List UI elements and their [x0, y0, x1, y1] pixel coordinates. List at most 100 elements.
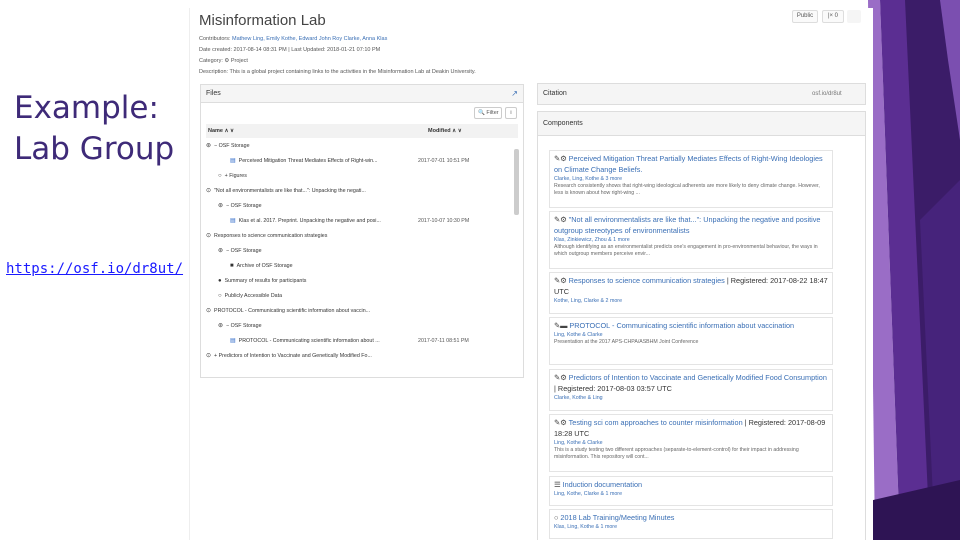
fork-button[interactable]: |× 0 [822, 10, 844, 23]
component-description: This is a study testing two different ap… [554, 447, 799, 460]
file-icon: ▤ [230, 218, 236, 224]
component-card[interactable]: ☰ Induction documentation Ling, Kothe, Cla… [549, 476, 833, 506]
file-name: Publicly Accessible Data [224, 293, 283, 299]
component-contributors[interactable]: Ling, Kothe, Clarke & 1 more [554, 490, 828, 498]
storage-icon: ⊛ [218, 323, 224, 329]
file-row[interactable]: ⊙ Responses to science communication stra… [206, 230, 327, 242]
file-row[interactable]: ○ Publicly Accessible Data [218, 290, 282, 302]
component-contributors[interactable]: Ling, Kothe & Clarke [554, 331, 828, 339]
component-type-icon: ✎▬ [554, 321, 568, 330]
component-card[interactable]: ✎⚙ Responses to science communication str… [549, 272, 833, 314]
component-registered: | Registered: 2017-08-03 03:57 UTC [554, 384, 672, 393]
file-name: Archive of OSF Storage [236, 263, 293, 269]
component-description: Research consistently shows that right-w… [554, 183, 820, 196]
column-modified[interactable]: Modified ∧ ∨ [428, 124, 462, 138]
files-column-header: Name ∧ ∨ Modified ∧ ∨ [206, 124, 518, 138]
component-type-icon: ☰ [554, 480, 561, 489]
file-name: − OSF Storage [214, 143, 250, 149]
component-card[interactable]: ○ 2018 Lab Training/Meeting Minutes Klas, … [549, 509, 833, 539]
component-contributors[interactable]: Ling, Kothe & Clarke [554, 439, 828, 447]
component-contributors[interactable]: Clarke, Kothe & Ling [554, 394, 828, 402]
contributors-label: Contributors: [199, 36, 231, 42]
component-card[interactable]: ✎⚙ "Not all environmentalists are like th… [549, 211, 833, 269]
files-tree: ⊛ − OSF Storage ▤ Perceived Mitigation Thre… [206, 140, 512, 376]
file-row[interactable]: ⊛ − OSF Storage [218, 320, 262, 332]
info-button[interactable]: i [505, 107, 517, 119]
file-icon: ▤ [230, 338, 236, 344]
citation-label: Citation [543, 90, 567, 97]
contributors-list[interactable]: Mathew Ling, Emily Kothe, Edward John Ro… [232, 36, 387, 42]
citation-header[interactable]: Citation osf.io/dr8ut [538, 84, 865, 104]
components-panel: Components ✎⚙ Perceived Mitigation Threat… [537, 111, 866, 540]
files-header: Files ↗ [201, 85, 523, 103]
folder-icon: ⊙ [206, 353, 212, 359]
title-line-1: Example: [14, 90, 159, 126]
component-card[interactable]: ✎▬ PROTOCOL - Communicating scientific in… [549, 317, 833, 365]
component-contributors[interactable]: Klas, Ling, Kothe & 1 more [554, 523, 828, 531]
external-link-icon[interactable]: ↗ [511, 85, 518, 103]
menu-button[interactable] [847, 10, 861, 23]
component-contributors[interactable]: Klas, Zinkiewicz, Zhou & 1 more [554, 236, 828, 244]
component-type-icon: ○ [554, 513, 559, 522]
folder-icon: ⊙ [206, 233, 212, 239]
file-modified: 2017-07-01 10:51 PM [418, 158, 470, 164]
component-title[interactable]: Responses to science communication strat… [569, 276, 725, 285]
project-link[interactable]: https://osf.io/dr8ut/ [6, 261, 183, 277]
file-row[interactable]: ⊙ PROTOCOL - Communicating scientific inf… [206, 305, 370, 317]
component-description: Although identifying as an environmental… [554, 244, 818, 257]
component-title[interactable]: PROTOCOL - Communicating scientific info… [569, 321, 794, 330]
slide-title: Example: Lab Group [14, 88, 199, 170]
title-line-2: Lab Group [14, 131, 175, 167]
file-name: Klas et al. 2017. Preprint. Unpacking th… [238, 218, 381, 224]
component-title[interactable]: "Not all environmentalists are like that… [554, 215, 820, 235]
file-name: + Figures [224, 173, 247, 179]
file-row[interactable]: ■ Archive of OSF Storage [230, 260, 293, 272]
file-row[interactable]: ○ + Figures [218, 170, 247, 182]
component-contributors[interactable]: Clarke, Ling, Kothe & 3 more [554, 175, 828, 183]
file-row[interactable]: ▤ Klas et al. 2017. Preprint. Unpacking t… [230, 215, 469, 227]
file-row[interactable]: ● Summary of results for participants [218, 275, 306, 287]
file-row[interactable]: ▤ Perceived Mitigation Threat Mediates Ef… [230, 155, 469, 167]
component-title[interactable]: Perceived Mitigation Threat Partially Me… [554, 154, 823, 174]
files-scrollbar[interactable] [514, 149, 519, 215]
file-row[interactable]: ⊛ − OSF Storage [206, 140, 250, 152]
files-header-label: Files [206, 90, 221, 97]
component-title[interactable]: Testing sci com approaches to counter mi… [569, 418, 743, 427]
file-name: Perceived Mitigation Threat Mediates Eff… [238, 158, 378, 164]
file-name: PROTOCOL - Communicating scientific info… [238, 338, 380, 344]
file-row[interactable]: ▤ PROTOCOL - Communicating scientific inf… [230, 335, 469, 347]
folder-icon: ● [218, 278, 222, 284]
file-modified: 2017-07-11 08:51 PM [418, 338, 469, 344]
file-row[interactable]: ⊛ − OSF Storage [218, 245, 262, 257]
folder-icon: ⊙ [206, 308, 212, 314]
storage-icon: ⊛ [206, 143, 212, 149]
component-type-icon: ✎⚙ [554, 154, 567, 163]
file-row[interactable]: ⊛ − OSF Storage [218, 200, 262, 212]
component-title[interactable]: Predictors of Intention to Vaccinate and… [569, 373, 827, 382]
file-name: − OSF Storage [226, 323, 262, 329]
citation-value: osf.io/dr8ut [812, 91, 842, 97]
slide: Example: Lab Group https://osf.io/dr8ut/… [0, 0, 960, 540]
component-type-icon: ✎⚙ [554, 373, 567, 382]
component-contributors[interactable]: Kothe, Ling, Clarke & 2 more [554, 297, 828, 305]
file-name: Summary of results for participants [224, 278, 307, 284]
component-card[interactable]: ✎⚙ Testing sci com approaches to counter … [549, 414, 833, 472]
filter-button[interactable]: 🔍 Filter [474, 107, 502, 119]
column-name[interactable]: Name ∧ ∨ [208, 124, 234, 138]
component-title[interactable]: 2018 Lab Training/Meeting Minutes [560, 513, 674, 522]
component-card[interactable]: ✎⚙ Perceived Mitigation Threat Partially … [549, 150, 833, 208]
file-name: − OSF Storage [226, 203, 262, 209]
description-line: Description: This is a global project co… [199, 69, 476, 75]
folder-icon: ○ [218, 293, 222, 299]
component-type-icon: ✎⚙ [554, 418, 567, 427]
file-name: + Predictors of Intention to Vaccinate a… [214, 353, 372, 359]
component-card[interactable]: ✎⚙ Predictors of Intention to Vaccinate a… [549, 369, 833, 411]
public-button[interactable]: Public [792, 10, 818, 23]
file-row[interactable]: ⊙ "Not all environmentalists are like tha… [206, 185, 366, 197]
citation-panel: Citation osf.io/dr8ut [537, 83, 866, 105]
component-title[interactable]: Induction documentation [563, 480, 643, 489]
file-name: − OSF Storage [226, 248, 262, 254]
file-name: "Not all environmentalists are like that… [214, 188, 366, 194]
file-row[interactable]: ⊙ + Predictors of Intention to Vaccinate … [206, 350, 372, 362]
files-panel: Files ↗ 🔍 Filter i Name ∧ ∨ Modified ∧ ∨… [200, 84, 524, 378]
